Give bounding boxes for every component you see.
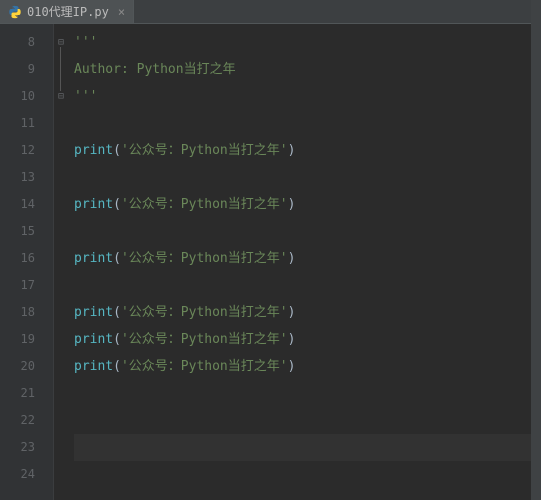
file-tab[interactable]: 010代理IP.py × [0,0,134,23]
code-line[interactable] [74,461,541,488]
code-line[interactable]: print('公众号：Python当打之年') [74,245,541,272]
line-number: 22 [0,407,53,434]
line-number: 17 [0,272,53,299]
code-line[interactable]: print('公众号：Python当打之年') [74,191,541,218]
code-area[interactable]: '''Author: Python当打之年''' print('公众号：Pyth… [68,24,541,500]
line-number-gutter: 89101112131415161718192021222324 [0,24,54,500]
code-line[interactable] [74,272,541,299]
code-line[interactable]: print('公众号：Python当打之年') [74,137,541,164]
line-number: 12 [0,137,53,164]
fold-column: ⊟⊟ [54,24,68,500]
line-number: 11 [0,110,53,137]
code-line[interactable]: print('公众号：Python当打之年') [74,353,541,380]
line-number: 14 [0,191,53,218]
code-line[interactable] [74,164,541,191]
line-number: 16 [0,245,53,272]
close-icon[interactable]: × [118,5,125,19]
code-line[interactable]: Author: Python当打之年 [74,56,541,83]
code-line[interactable] [74,407,541,434]
fold-toggle-icon[interactable]: ⊟ [54,37,68,48]
tab-filename: 010代理IP.py [27,3,109,20]
line-number: 21 [0,380,53,407]
code-editor[interactable]: 89101112131415161718192021222324 ⊟⊟ '''A… [0,24,541,500]
line-number: 8 [0,29,53,56]
tab-bar: 010代理IP.py × [0,0,541,24]
fold-guide [60,47,61,91]
code-line[interactable]: ''' [74,29,541,56]
fold-toggle-icon[interactable]: ⊟ [54,91,68,102]
line-number: 20 [0,353,53,380]
code-line[interactable]: print('公众号：Python当打之年') [74,299,541,326]
line-number: 13 [0,164,53,191]
code-line[interactable]: ''' [74,83,541,110]
code-line[interactable] [74,434,541,461]
code-line[interactable] [74,380,541,407]
code-line[interactable] [74,218,541,245]
line-number: 19 [0,326,53,353]
line-number: 10 [0,83,53,110]
line-number: 9 [0,56,53,83]
python-icon [8,5,22,19]
code-line[interactable] [74,110,541,137]
code-line[interactable]: print('公众号：Python当打之年') [74,326,541,353]
line-number: 23 [0,434,53,461]
scrollbar-track[interactable] [531,0,541,500]
line-number: 15 [0,218,53,245]
line-number: 24 [0,461,53,488]
line-number: 18 [0,299,53,326]
